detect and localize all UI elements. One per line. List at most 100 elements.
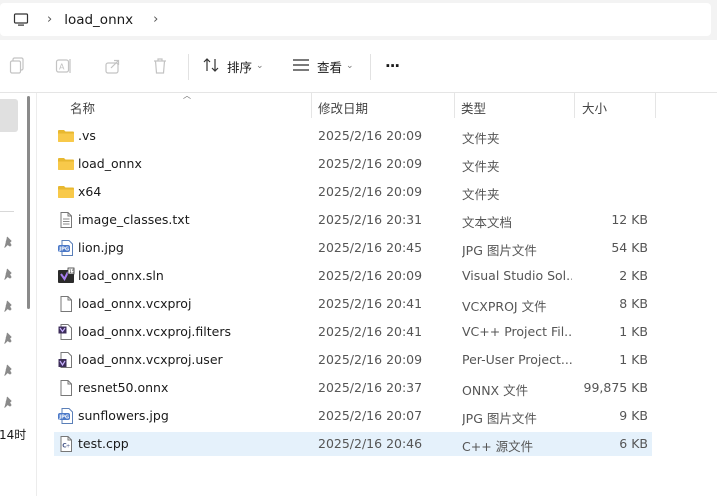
file-row[interactable]: x64 2025/2/16 20:09 文件夹 <box>54 180 652 204</box>
address-bar[interactable]: › load_onnx › <box>0 3 711 36</box>
file-date: 2025/2/16 20:45 <box>318 240 423 255</box>
file-name: resnet50.onnx <box>78 380 169 395</box>
view-label: 查看 <box>317 59 343 75</box>
file-name: load_onnx.vcxproj <box>78 296 192 311</box>
nav-truncated-text: 14时 <box>0 428 27 442</box>
file-date: 2025/2/16 20:09 <box>318 156 423 171</box>
file-row[interactable]: load_onnx.vcxproj 2025/2/16 20:41 VCXPROJ … <box>54 292 652 316</box>
copy-icon[interactable] <box>7 56 27 76</box>
file-type: VCXPROJ 文件 <box>462 299 547 314</box>
file-date: 2025/2/16 20:09 <box>318 128 423 143</box>
pin-icon[interactable] <box>3 236 15 248</box>
column-divider[interactable] <box>454 93 455 118</box>
file-date: 2025/2/16 20:09 <box>318 352 423 367</box>
nav-selected-item[interactable] <box>0 99 18 132</box>
jpg-icon: JPG <box>57 407 75 425</box>
nav-scrollbar[interactable] <box>27 96 30 309</box>
file-size: 2 KB <box>619 268 648 283</box>
column-divider[interactable] <box>311 93 312 118</box>
file-size: 8 KB <box>619 296 648 311</box>
pin-icon[interactable] <box>3 396 15 408</box>
column-size[interactable]: 大小 <box>582 98 607 117</box>
file-size: 9 KB <box>619 408 648 423</box>
file-name: load_onnx.vcxproj.filters <box>78 324 231 339</box>
svg-text:15: 15 <box>69 269 75 275</box>
navigation-pane: 14时 <box>0 93 37 496</box>
this-pc-icon[interactable] <box>12 11 30 29</box>
file-type: Per-User Project... <box>462 352 572 367</box>
file-name: x64 <box>78 184 102 199</box>
toolbar-divider <box>188 54 189 80</box>
file-row[interactable]: .vs 2025/2/16 20:09 文件夹 <box>54 124 652 148</box>
pin-icon[interactable] <box>3 300 15 312</box>
file-date: 2025/2/16 20:37 <box>318 380 423 395</box>
column-divider[interactable] <box>574 93 575 118</box>
folder-icon <box>57 127 75 145</box>
file-type: 文件夹 <box>462 187 500 202</box>
svg-text:+: + <box>66 444 70 450</box>
rename-icon[interactable]: A <box>54 56 74 76</box>
file-name: test.cpp <box>78 436 129 451</box>
file-date: 2025/2/16 20:41 <box>318 324 423 339</box>
share-icon[interactable] <box>103 56 123 76</box>
toolbar-divider <box>370 54 371 80</box>
file-size: 12 KB <box>611 212 648 227</box>
sort-icon <box>203 57 221 76</box>
more-options-button[interactable]: ··· <box>385 53 400 79</box>
pin-icon[interactable] <box>3 268 15 280</box>
svg-text:JPG: JPG <box>58 247 69 253</box>
vs-user-icon <box>57 351 75 369</box>
file-row[interactable]: JPG sunflowers.jpg 2025/2/16 20:07 JPG 图片文件… <box>54 404 652 428</box>
file-type: C++ 源文件 <box>462 439 534 454</box>
nav-divider <box>0 211 14 212</box>
chevron-right-icon[interactable]: › <box>47 12 52 27</box>
file-row[interactable]: 15 load_onnx.sln 2025/2/16 20:09 Visual Stu… <box>54 264 652 288</box>
file-size: 99,875 KB <box>583 380 648 395</box>
svg-text:A: A <box>59 63 65 72</box>
file-date: 2025/2/16 20:31 <box>318 212 423 227</box>
pin-icon[interactable] <box>3 364 15 376</box>
file-row[interactable]: C + test.cpp 2025/2/16 20:46 C++ 源文件 6 KB <box>54 432 652 456</box>
blank-file-icon <box>57 295 75 313</box>
file-row[interactable]: resnet50.onnx 2025/2/16 20:37 ONNX 文件 99,87… <box>54 376 652 400</box>
column-type[interactable]: 类型 <box>461 98 486 117</box>
file-row[interactable]: image_classes.txt 2025/2/16 20:31 文本文档 12 K… <box>54 208 652 232</box>
view-icon <box>292 58 310 75</box>
file-row[interactable]: load_onnx.vcxproj.filters 2025/2/16 20:41… <box>54 320 652 344</box>
delete-icon[interactable] <box>150 56 170 76</box>
file-name: load_onnx <box>78 156 142 171</box>
file-name: image_classes.txt <box>78 212 190 227</box>
file-name: lion.jpg <box>78 240 124 255</box>
view-button[interactable]: 查看 ⌄ <box>292 53 354 79</box>
file-row[interactable]: load_onnx 2025/2/16 20:09 文件夹 <box>54 152 652 176</box>
file-date: 2025/2/16 20:46 <box>318 436 423 451</box>
file-type: 文件夹 <box>462 131 500 146</box>
file-type: JPG 图片文件 <box>462 411 537 426</box>
column-name[interactable]: 名称 <box>70 98 95 117</box>
more-icon: ··· <box>385 57 400 75</box>
text-file-icon <box>57 211 75 229</box>
file-size: 6 KB <box>619 436 648 451</box>
column-divider[interactable] <box>655 93 656 118</box>
file-size: 54 KB <box>611 240 648 255</box>
file-date: 2025/2/16 20:09 <box>318 184 423 199</box>
pin-icon[interactable] <box>3 332 15 344</box>
svg-text:JPG: JPG <box>58 415 69 421</box>
file-row[interactable]: load_onnx.vcxproj.user 2025/2/16 20:09 Per… <box>54 348 652 372</box>
chevron-right-icon[interactable]: › <box>153 12 158 27</box>
command-bar: A 排序 ⌄ 查看 ⌄ ··· <box>0 40 717 93</box>
file-type: JPG 图片文件 <box>462 243 537 258</box>
file-size: 1 KB <box>619 324 648 339</box>
blank-file-icon <box>57 379 75 397</box>
file-type: ONNX 文件 <box>462 383 529 398</box>
file-type: Visual Studio Sol... <box>462 268 572 283</box>
breadcrumb-current[interactable]: load_onnx <box>64 12 133 28</box>
file-row[interactable]: JPG lion.jpg 2025/2/16 20:45 JPG 图片文件 54 KB <box>54 236 652 260</box>
sort-button[interactable]: 排序 ⌄ <box>203 53 264 79</box>
filters-icon <box>57 323 75 341</box>
sort-label: 排序 <box>227 59 253 75</box>
file-name: load_onnx.sln <box>78 268 164 283</box>
column-date[interactable]: 修改日期 <box>318 98 368 117</box>
file-date: 2025/2/16 20:07 <box>318 408 423 423</box>
file-name: load_onnx.vcxproj.user <box>78 352 223 367</box>
